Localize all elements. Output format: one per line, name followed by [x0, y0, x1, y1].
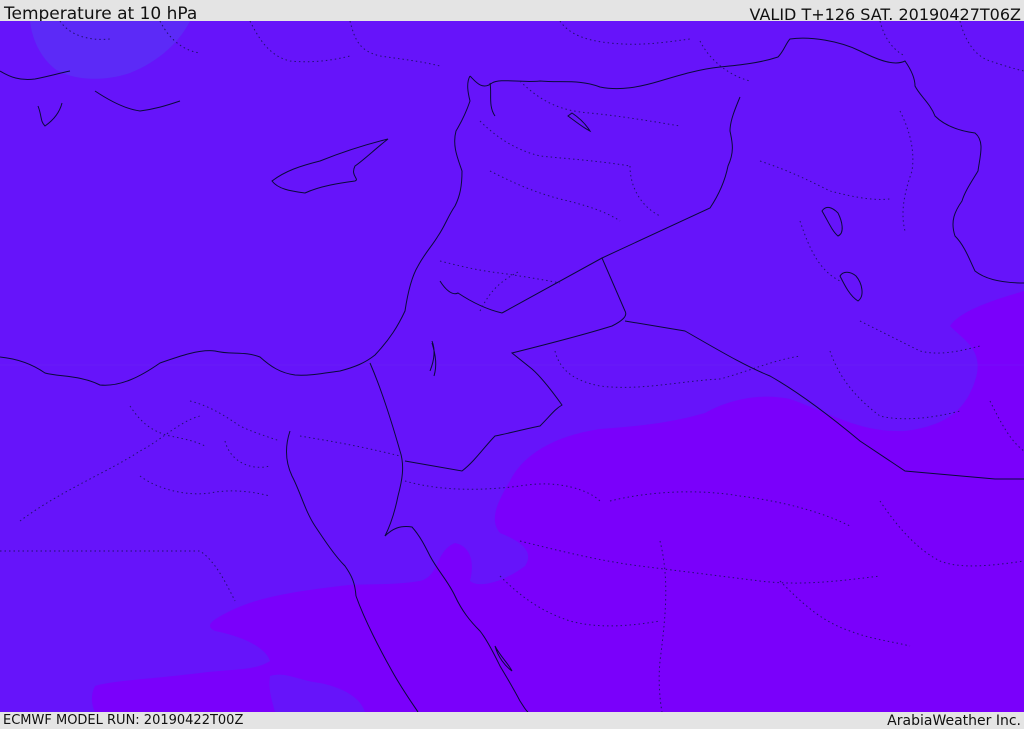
- weather-map-page: Temperature at 10 hPa VALID T+126 SAT. 2…: [0, 0, 1024, 729]
- model-run-label: ECMWF MODEL RUN: 20190422T00Z: [3, 713, 244, 728]
- footer-bar: ECMWF MODEL RUN: 20190422T00Z ArabiaWeat…: [0, 712, 1024, 729]
- map-canvas: [0, 21, 1024, 712]
- header-bar: Temperature at 10 hPa VALID T+126 SAT. 2…: [0, 0, 1024, 24]
- credit-label: ArabiaWeather Inc.: [887, 713, 1021, 729]
- map-svg: [0, 21, 1024, 712]
